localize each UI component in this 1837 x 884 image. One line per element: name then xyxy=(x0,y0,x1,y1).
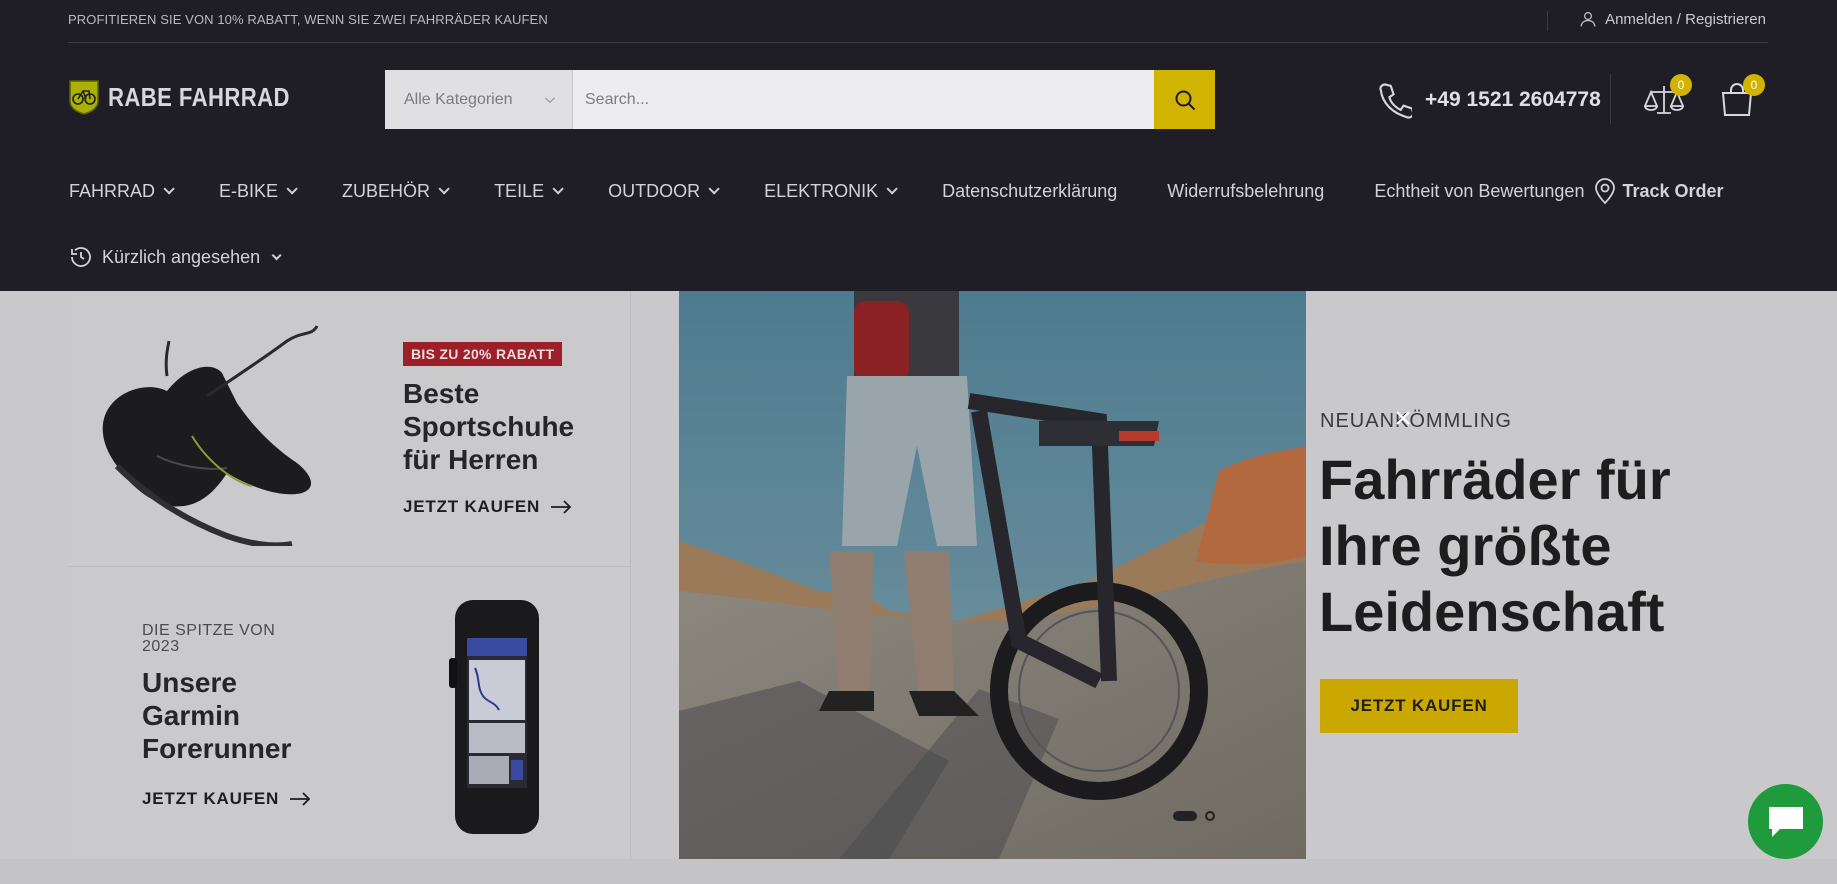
hero-title-line: Leidenschaft xyxy=(1319,580,1665,643)
promo-card-shoes[interactable]: BIS ZU 20% RABATT Beste Sportschuhe für … xyxy=(67,291,631,567)
nav-item-label: ZUBEHÖR xyxy=(342,180,431,201)
chevron-down-icon xyxy=(544,93,555,104)
shop-now-link[interactable]: JETZT KAUFEN xyxy=(142,789,311,809)
nav-item-elektronik[interactable]: ELEKTRONIK xyxy=(764,180,898,202)
nav-item-zubehoer[interactable]: ZUBEHÖR xyxy=(342,180,450,202)
promo-title: Beste Sportschuhe für Herren xyxy=(403,377,574,476)
promo-subtitle: DIE SPITZE VON 2023 xyxy=(142,623,275,655)
shop-now-label: JETZT KAUFEN xyxy=(142,789,280,808)
nav-item-label: E-BIKE xyxy=(219,180,279,201)
search-button[interactable] xyxy=(1154,70,1215,129)
promo-title: Unsere Garmin Forerunner xyxy=(142,666,291,765)
cart-count-badge: 0 xyxy=(1743,74,1765,96)
user-icon xyxy=(1580,12,1596,27)
compare-count-badge: 0 xyxy=(1670,74,1692,96)
chevron-down-icon xyxy=(286,183,298,195)
category-select-value: Alle Kategorien xyxy=(404,90,513,108)
compare-button[interactable]: 0 xyxy=(1642,74,1692,118)
promo-column: BIS ZU 20% RABATT Beste Sportschuhe für … xyxy=(67,291,631,859)
chat-button[interactable] xyxy=(1748,784,1823,859)
promo-title-line: Sportschuhe xyxy=(403,411,575,442)
nav-item-label: ELEKTRONIK xyxy=(764,180,879,201)
track-order-link[interactable]: Track Order xyxy=(1594,177,1724,205)
top-bar: PROFITIEREN SIE VON 10% RABATT, WENN SIE… xyxy=(68,0,1768,43)
promo-text: PROFITIEREN SIE VON 10% RABATT, WENN SIE… xyxy=(68,12,548,27)
promo-card-garmin[interactable]: DIE SPITZE VON 2023 Unsere Garmin Foreru… xyxy=(67,568,631,859)
nav-item-outdoor[interactable]: OUTDOOR xyxy=(608,180,720,202)
nav-item-fahrrad[interactable]: FAHRRAD xyxy=(69,180,175,202)
nav-item-label: FAHRRAD xyxy=(69,180,156,201)
nav-link-widerruf[interactable]: Widerrufsbelehrung xyxy=(1167,181,1324,202)
phone-number: +49 1521 2604778 xyxy=(1425,88,1601,111)
phone-contact[interactable]: +49 1521 2604778 xyxy=(1378,81,1601,119)
location-pin-icon xyxy=(1595,178,1616,205)
divider xyxy=(1610,74,1611,124)
nav-item-label: TEILE xyxy=(494,180,545,201)
shop-now-label: JETZT KAUFEN xyxy=(403,497,541,516)
nav-item-e-bike[interactable]: E-BIKE xyxy=(219,180,298,202)
main-nav: FAHRRAD E-BIKE ZUBEHÖR TEILE OUTDOOR ELE… xyxy=(69,177,1724,205)
promo-title-line: Forerunner xyxy=(142,733,292,764)
recently-viewed-toggle[interactable]: Kürzlich angesehen xyxy=(69,245,282,269)
hero-title-line: Ihre größte xyxy=(1319,514,1612,577)
arrow-right-icon xyxy=(290,792,311,806)
hero-image xyxy=(679,291,1306,859)
promo-subtitle-line: 2023 xyxy=(142,638,180,655)
hero-title-line: Fahrräder für xyxy=(1319,448,1671,511)
nav-link-datenschutz[interactable]: Datenschutzerklärung xyxy=(942,181,1117,202)
chevron-down-icon xyxy=(438,183,450,195)
close-icon[interactable]: × xyxy=(1389,404,1417,434)
gps-device-image xyxy=(449,600,539,834)
history-icon xyxy=(71,247,91,267)
promo-subtitle-line: DIE SPITZE VON xyxy=(142,622,276,639)
phone-icon xyxy=(1379,83,1412,119)
cart-button[interactable]: 0 xyxy=(1715,74,1765,118)
promo-title-line: Unsere xyxy=(142,667,237,698)
divider xyxy=(1547,11,1548,31)
sneaker-image xyxy=(102,325,319,546)
chevron-down-icon xyxy=(886,183,898,195)
search-icon xyxy=(1175,90,1195,110)
search-bar: Alle Kategorien xyxy=(385,70,1215,129)
page-bottom-strip xyxy=(0,859,1837,884)
category-select[interactable]: Alle Kategorien xyxy=(385,70,573,129)
nav-link-bewertungen[interactable]: Echtheit von Bewertungen xyxy=(1374,181,1584,202)
slider-dot[interactable] xyxy=(1205,811,1215,821)
track-order-label: Track Order xyxy=(1622,180,1724,201)
site-header: PROFITIEREN SIE VON 10% RABATT, WENN SIE… xyxy=(0,0,1837,291)
hero-shop-now-button[interactable]: JETZT KAUFEN xyxy=(1320,679,1518,733)
site-logo[interactable]: RABE FAHRRAD xyxy=(68,79,322,115)
cyclist-photo xyxy=(679,291,1306,859)
slider-dot-active[interactable] xyxy=(1173,811,1197,821)
nav-item-teile[interactable]: TEILE xyxy=(494,180,564,202)
login-register-link[interactable]: Anmelden / Registrieren xyxy=(1579,10,1766,28)
shop-now-link[interactable]: JETZT KAUFEN xyxy=(403,497,572,517)
slider-pagination xyxy=(1173,811,1215,821)
chevron-down-icon xyxy=(552,183,564,195)
nav-item-label: OUTDOOR xyxy=(608,180,701,201)
promo-title-line: Garmin xyxy=(142,700,241,731)
chevron-down-icon xyxy=(708,183,720,195)
hero-title: Fahrräder für Ihre größte Leidenschaft xyxy=(1319,447,1759,645)
promo-title-line: Beste xyxy=(403,378,480,409)
search-input[interactable] xyxy=(573,70,1154,129)
bicycle-shield-icon xyxy=(69,80,99,115)
chat-bubble-icon xyxy=(1768,806,1803,837)
logo-text: RABE FAHRRAD xyxy=(108,81,290,112)
arrow-right-icon xyxy=(551,500,572,514)
chevron-down-icon xyxy=(163,183,175,195)
chevron-down-icon xyxy=(271,249,282,260)
recently-viewed-label: Kürzlich angesehen xyxy=(102,246,261,267)
promo-title-line: für Herren xyxy=(403,444,539,475)
login-register-label: Anmelden / Registrieren xyxy=(1605,10,1766,28)
discount-tag: BIS ZU 20% RABATT xyxy=(403,342,563,366)
